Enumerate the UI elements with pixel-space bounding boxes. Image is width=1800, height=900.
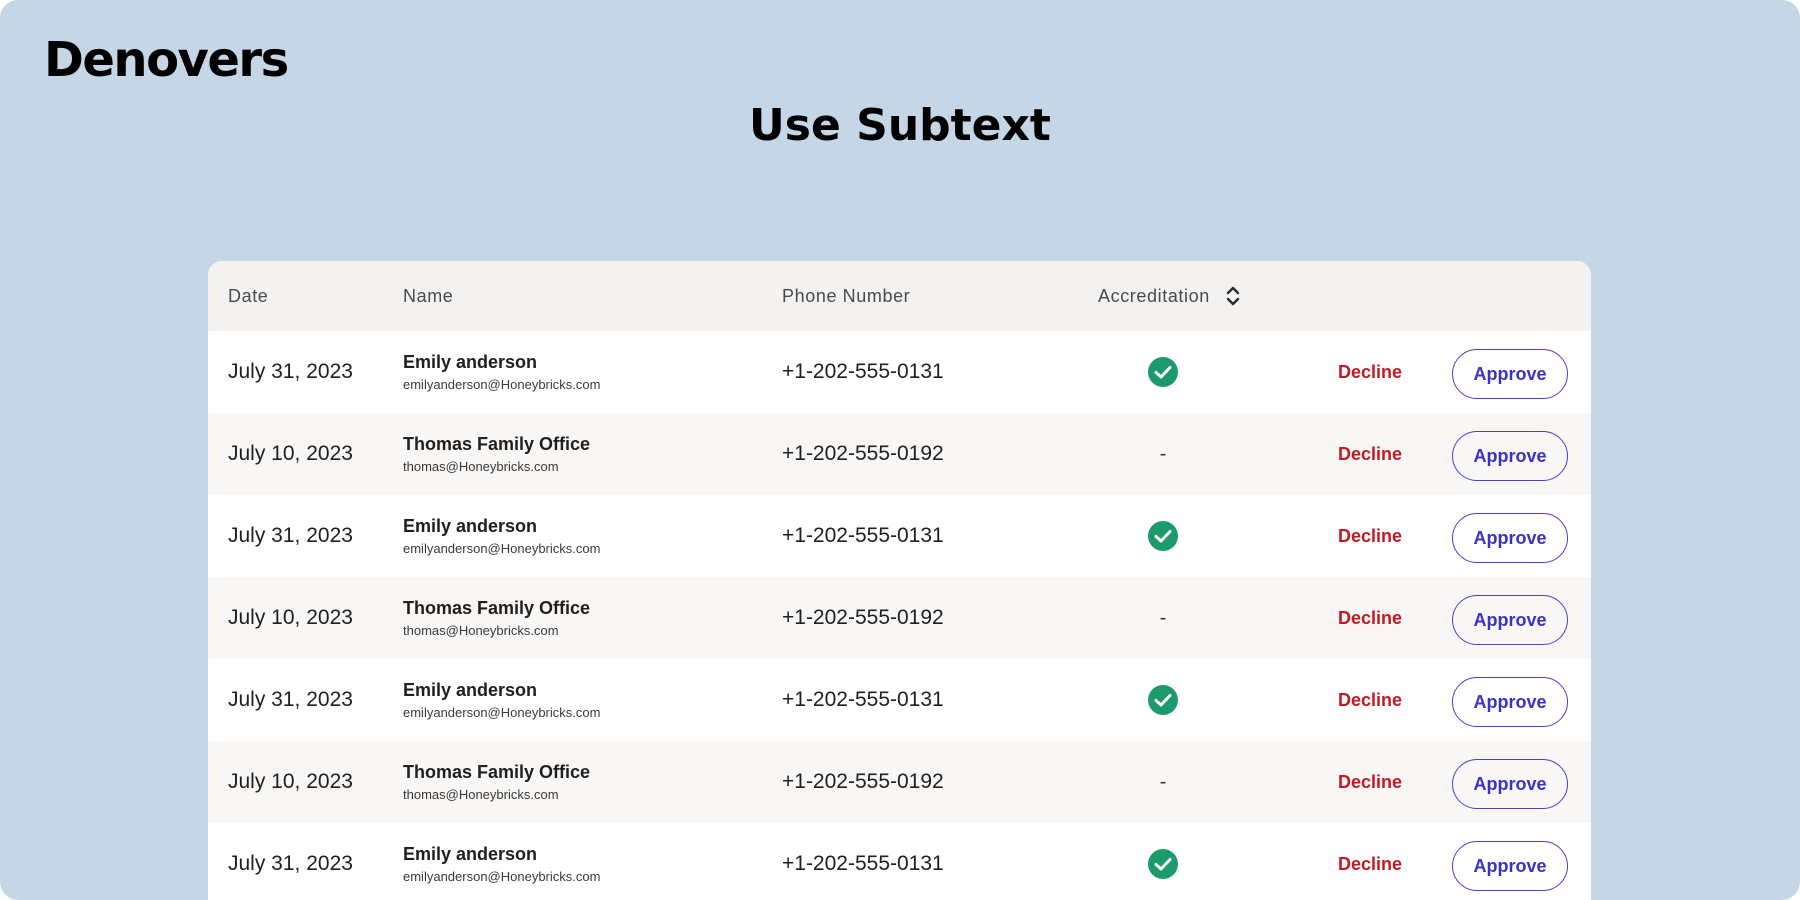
approve-button[interactable]: Approve	[1452, 841, 1568, 891]
table-header: Date Name Phone Number Accreditation	[208, 261, 1591, 331]
row-email: emilyanderson@Honeybricks.com	[403, 377, 601, 392]
row-name: Emily anderson	[403, 516, 538, 536]
row-accreditation: -	[1138, 741, 1188, 823]
row-name-block: Emily anderson emilyanderson@Honeybricks…	[403, 844, 600, 884]
no-accreditation-dash: -	[1159, 606, 1167, 629]
row-phone: +1-202-555-0192	[782, 606, 944, 629]
row-name: Emily anderson	[403, 844, 538, 864]
row-phone: +1-202-555-0131	[782, 688, 944, 711]
approve-button[interactable]: Approve	[1452, 349, 1568, 399]
row-name-block: Thomas Family Office thomas@Honeybricks.…	[403, 598, 590, 638]
sort-icon[interactable]	[1224, 282, 1242, 310]
approve-button[interactable]: Approve	[1452, 431, 1568, 481]
row-phone: +1-202-555-0192	[782, 770, 944, 793]
row-date: July 31, 2023	[228, 688, 353, 711]
table-body: July 31, 2023 Emily anderson emilyanders…	[208, 331, 1591, 900]
row-date: July 10, 2023	[228, 442, 353, 465]
page-canvas: Denovers Use Subtext Date Name Phone Num…	[0, 0, 1800, 900]
row-name-cell: Thomas Family Office thomas@Honeybricks.…	[403, 741, 590, 823]
row-email: thomas@Honeybricks.com	[403, 787, 559, 802]
approve-button[interactable]: Approve	[1452, 513, 1568, 563]
row-date: July 31, 2023	[228, 524, 353, 547]
applications-table: Date Name Phone Number Accreditation Jul…	[208, 261, 1591, 900]
row-date: July 31, 2023	[228, 360, 353, 383]
row-name-cell: Emily anderson emilyanderson@Honeybricks…	[403, 823, 600, 900]
decline-button[interactable]: Decline	[1338, 659, 1402, 741]
row-name: Thomas Family Office	[403, 434, 591, 454]
table-row: July 31, 2023 Emily anderson emilyanders…	[208, 331, 1591, 413]
brand-logo: Denovers	[44, 32, 289, 88]
column-header-accreditation[interactable]: Accreditation	[1098, 261, 1242, 331]
decline-button[interactable]: Decline	[1338, 741, 1402, 823]
row-name: Emily anderson	[403, 680, 538, 700]
row-accreditation: -	[1138, 413, 1188, 495]
no-accreditation-dash: -	[1159, 770, 1167, 793]
table-row: July 31, 2023 Emily anderson emilyanders…	[208, 659, 1591, 741]
row-name-cell: Emily anderson emilyanderson@Honeybricks…	[403, 659, 600, 741]
decline-button[interactable]: Decline	[1338, 823, 1402, 900]
row-accreditation	[1138, 495, 1188, 577]
row-email: emilyanderson@Honeybricks.com	[403, 541, 601, 556]
approve-button[interactable]: Approve	[1452, 759, 1568, 809]
approve-button[interactable]: Approve	[1452, 677, 1568, 727]
table-row: July 31, 2023 Emily anderson emilyanders…	[208, 495, 1591, 577]
row-phone: +1-202-555-0192	[782, 442, 944, 465]
approve-button[interactable]: Approve	[1452, 595, 1568, 645]
row-name: Emily anderson	[403, 352, 538, 372]
row-phone: +1-202-555-0131	[782, 360, 944, 383]
accreditation-header-label: Accreditation	[1098, 285, 1210, 306]
row-name-cell: Emily anderson emilyanderson@Honeybricks…	[403, 495, 600, 577]
row-email: thomas@Honeybricks.com	[403, 459, 559, 474]
row-accreditation: -	[1138, 577, 1188, 659]
row-email: emilyanderson@Honeybricks.com	[403, 869, 601, 884]
page-title: Use Subtext	[749, 100, 1051, 151]
row-phone: +1-202-555-0131	[782, 524, 944, 547]
row-date: July 31, 2023	[228, 852, 353, 875]
row-accreditation	[1138, 823, 1188, 900]
check-circle-icon	[1147, 848, 1179, 880]
row-name-cell: Emily anderson emilyanderson@Honeybricks…	[403, 331, 600, 413]
table-row: July 31, 2023 Emily anderson emilyanders…	[208, 823, 1591, 900]
row-date: July 10, 2023	[228, 770, 353, 793]
row-name-block: Emily anderson emilyanderson@Honeybricks…	[403, 352, 600, 392]
row-name-block: Emily anderson emilyanderson@Honeybricks…	[403, 680, 600, 720]
table-row: July 10, 2023 Thomas Family Office thoma…	[208, 577, 1591, 659]
decline-button[interactable]: Decline	[1338, 413, 1402, 495]
decline-button[interactable]: Decline	[1338, 331, 1402, 413]
row-name-block: Emily anderson emilyanderson@Honeybricks…	[403, 516, 600, 556]
check-circle-icon	[1147, 520, 1179, 552]
column-header-date: Date	[228, 285, 269, 306]
column-header-phone: Phone Number	[782, 285, 911, 306]
table-row: July 10, 2023 Thomas Family Office thoma…	[208, 741, 1591, 823]
check-circle-icon	[1147, 356, 1179, 388]
check-circle-icon	[1147, 684, 1179, 716]
row-name-cell: Thomas Family Office thomas@Honeybricks.…	[403, 413, 590, 495]
row-name: Thomas Family Office	[403, 762, 591, 782]
decline-button[interactable]: Decline	[1338, 495, 1402, 577]
row-email: emilyanderson@Honeybricks.com	[403, 705, 601, 720]
no-accreditation-dash: -	[1159, 442, 1167, 465]
row-name: Thomas Family Office	[403, 598, 591, 618]
row-accreditation	[1138, 331, 1188, 413]
row-phone: +1-202-555-0131	[782, 852, 944, 875]
row-email: thomas@Honeybricks.com	[403, 623, 559, 638]
decline-button[interactable]: Decline	[1338, 577, 1402, 659]
row-name-block: Thomas Family Office thomas@Honeybricks.…	[403, 762, 590, 802]
row-name-cell: Thomas Family Office thomas@Honeybricks.…	[403, 577, 590, 659]
row-name-block: Thomas Family Office thomas@Honeybricks.…	[403, 434, 590, 474]
column-header-name: Name	[403, 285, 454, 306]
table-row: July 10, 2023 Thomas Family Office thoma…	[208, 413, 1591, 495]
row-accreditation	[1138, 659, 1188, 741]
row-date: July 10, 2023	[228, 606, 353, 629]
